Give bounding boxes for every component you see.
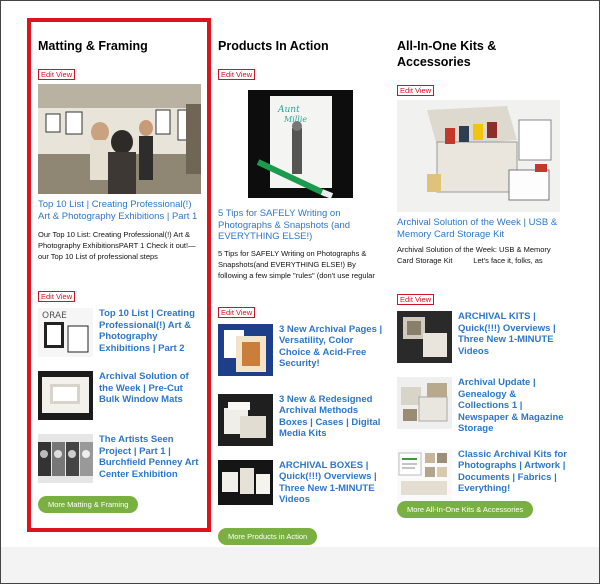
archival-pages-thumbnail[interactable] [218, 323, 273, 376]
featured-post-link[interactable]: Archival Solution of the Week | USB & Me… [397, 217, 567, 240]
genealogy-thumbnail[interactable] [397, 377, 452, 429]
classic-kits-thumbnail[interactable] [397, 448, 452, 501]
list-item: Archival Update | Genealogy & Collection… [397, 377, 567, 435]
list-item: Classic Archival Kits for Photographs | … [397, 448, 567, 501]
edit-view-link[interactable]: Edit View [218, 69, 256, 80]
list-item: ARCHIVAL KITS | Quick(!!!) Overviews | T… [397, 311, 567, 363]
edit-view-link[interactable]: Edit View [397, 85, 435, 96]
post-title-link[interactable]: Classic Archival Kits for Photographs | … [458, 449, 567, 501]
archival-boxes-thumbnail[interactable] [218, 393, 273, 446]
selection-highlight-box [27, 18, 211, 532]
list-item: ARCHIVAL BOXES | Quick(!!!) Overviews | … [218, 459, 383, 506]
featured-post-excerpt: 5 Tips for SAFELY Writing on Photographs… [218, 248, 375, 280]
svg-text:Aunt: Aunt [277, 105, 300, 115]
list-item: 3 New & Redesigned Archival Methods Boxe… [218, 393, 383, 446]
featured-post-excerpt: Archival Solution of the Week: USB & Mem… [397, 245, 553, 265]
post-title-link[interactable]: Archival Update | Genealogy & Collection… [458, 377, 567, 435]
column-all-in-one-kits: All-In-One Kits & Accessories Edit View … [397, 32, 567, 515]
edit-view-link[interactable]: Edit View [218, 306, 256, 318]
featured-post-link[interactable]: 5 Tips for SAFELY Writing on Photographs… [218, 208, 383, 243]
post-title-link[interactable]: 3 New Archival Pages | Versatility, Colo… [279, 324, 383, 376]
usb-storage-kit-image[interactable] [397, 100, 560, 212]
column-title: Products In Action [218, 39, 329, 53]
more-products-in-action-button[interactable]: More Products in Action [218, 528, 318, 545]
list-item: 3 New Archival Pages | Versatility, Colo… [218, 323, 383, 376]
archival-kits-thumbnail[interactable] [397, 311, 452, 363]
edit-view-link[interactable]: Edit View [397, 294, 435, 305]
column-title: All-In-One Kits & Accessories [397, 39, 497, 69]
more-all-in-one-kits-button[interactable]: More All-In-One Kits & Accessories [397, 501, 534, 518]
post-title-link[interactable]: ARCHIVAL BOXES | Quick(!!!) Overviews | … [279, 460, 383, 506]
post-title-link[interactable]: ARCHIVAL KITS | Quick(!!!) Overviews | T… [458, 311, 567, 363]
footer-band [1, 547, 599, 583]
column-products-in-action: Products In Action Edit View Aunt Millie… [218, 32, 383, 520]
boxes-video-thumbnail[interactable] [218, 459, 273, 505]
post-title-link[interactable]: 3 New & Redesigned Archival Methods Boxe… [279, 394, 383, 446]
writing-on-photo-image[interactable]: Aunt Millie [248, 90, 353, 198]
